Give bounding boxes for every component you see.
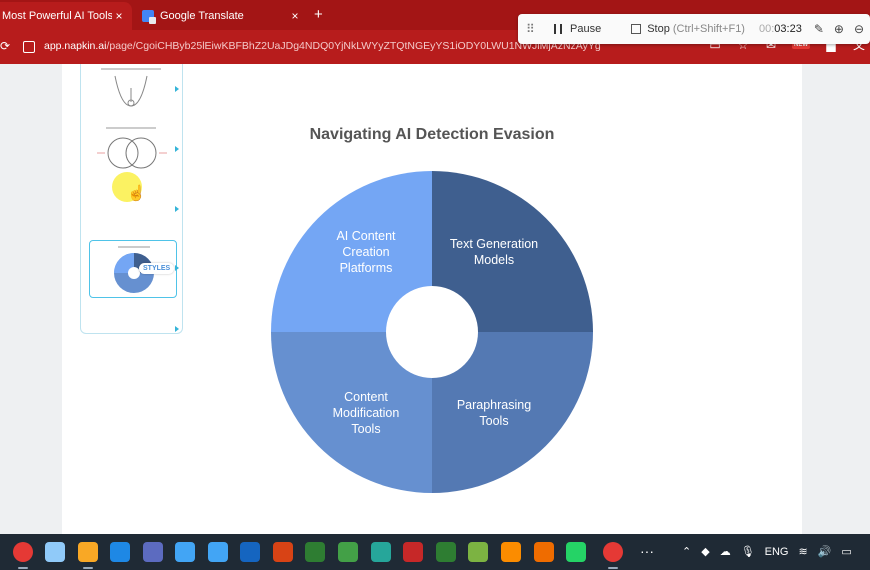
powerpoint-icon[interactable] <box>273 542 293 562</box>
preview-lamp <box>101 68 161 107</box>
battery-icon[interactable]: ▭ <box>841 545 851 558</box>
excel-icon[interactable] <box>305 542 325 562</box>
more-apps-icon[interactable]: ··· <box>640 543 654 559</box>
label-line: AI Content <box>336 229 396 243</box>
label-text-generation: Text Generation Models <box>434 236 554 268</box>
tab-google-translate[interactable]: Google Translate × <box>136 2 308 30</box>
system-tray: ⌃ ◆ ☁ 🎙 ENG ≋ 🔊 ▭ <box>682 545 852 559</box>
app-icon[interactable] <box>371 542 391 562</box>
recording-timer: 00:03:23 <box>759 23 802 35</box>
r-icon[interactable] <box>143 542 163 562</box>
language-indicator[interactable]: ENG <box>765 546 789 558</box>
preview-venn <box>97 127 167 169</box>
vlc-icon[interactable] <box>534 542 554 562</box>
styles-arrow[interactable] <box>175 265 179 271</box>
pause-button[interactable]: Pause <box>554 23 601 35</box>
close-tab-icon[interactable]: × <box>112 9 126 23</box>
vscode-icon[interactable] <box>110 542 130 562</box>
security-icon[interactable]: ◆ <box>701 545 709 558</box>
pen-icon[interactable]: ✎ <box>814 22 824 36</box>
recorder-tools: ✎ ⊕ ⊖ <box>814 22 864 36</box>
label-content-modification: Content Modification Tools <box>306 389 426 437</box>
label-line: Modification <box>332 406 400 420</box>
chrome-profile-icon[interactable] <box>603 542 623 562</box>
label-line: Tools <box>351 422 381 436</box>
preview-arrow[interactable] <box>175 86 179 92</box>
timer-hours: 00: <box>758 23 775 35</box>
tab-title: Google Translate <box>160 10 244 22</box>
chrome-icon[interactable] <box>13 542 33 562</box>
hand-cursor-icon: ☝ <box>127 185 146 202</box>
preview-arrow[interactable] <box>175 206 179 212</box>
donut-hole <box>386 286 478 378</box>
zoom-in-icon[interactable]: ⊕ <box>834 22 844 36</box>
app-icon[interactable] <box>468 542 488 562</box>
zoom-out-icon[interactable]: ⊖ <box>854 22 864 36</box>
label-line: Paraphrasing <box>456 398 532 412</box>
file-explorer-icon[interactable] <box>78 542 98 562</box>
pdf-icon[interactable] <box>403 542 423 562</box>
reload-icon[interactable]: ⟳ <box>0 39 10 53</box>
app-icon[interactable] <box>501 542 521 562</box>
app-icon[interactable] <box>175 542 195 562</box>
utorrent-icon[interactable] <box>338 542 358 562</box>
stop-icon <box>631 24 642 34</box>
volume-icon[interactable]: 🔊 <box>818 545 832 558</box>
label-paraphrasing: Paraphrasing Tools <box>434 397 554 429</box>
url-host: app.napkin.ai <box>44 40 107 52</box>
new-tab-button[interactable]: + <box>314 6 323 23</box>
microphone-icon[interactable]: 🎙 <box>741 545 755 558</box>
label-line: Tools <box>479 414 509 428</box>
timer-value: 03:23 <box>774 23 802 35</box>
running-indicator <box>608 567 618 569</box>
pause-icon <box>554 24 562 34</box>
stop-button[interactable]: Stop (Ctrl+Shift+F1) <box>631 23 745 35</box>
label-ai-content-creation: AI Content Creation Platforms <box>306 228 426 276</box>
tab-title: Most Powerful AI Tools to E <box>2 10 112 22</box>
selected-visual-card[interactable]: STYLES <box>89 240 177 298</box>
whatsapp-icon[interactable] <box>566 542 586 562</box>
stop-label: Stop <box>647 23 670 35</box>
chevron-up-icon[interactable]: ⌃ <box>682 545 691 558</box>
label-line: Models <box>473 253 515 267</box>
drag-handle-icon[interactable]: ⠿ <box>526 22 536 36</box>
label-line: Content <box>344 390 388 404</box>
preview-arrow[interactable] <box>175 326 179 332</box>
onedrive-icon[interactable]: ☁ <box>720 545 731 558</box>
close-tab-icon[interactable]: × <box>288 9 302 23</box>
styles-badge[interactable]: STYLES <box>139 263 175 274</box>
wifi-icon[interactable]: ≋ <box>799 545 808 558</box>
screen-recorder-bar: ⠿ Pause Stop (Ctrl+Shift+F1) 00:03:23 ✎ … <box>518 14 870 44</box>
tab-ai-tools[interactable]: Most Powerful AI Tools to E × <box>0 2 132 30</box>
label-line: Platforms <box>339 261 393 275</box>
site-info-icon[interactable] <box>23 41 35 53</box>
running-indicator <box>83 567 93 569</box>
pause-label: Pause <box>570 23 602 35</box>
app-icon[interactable] <box>436 542 456 562</box>
app-icon[interactable] <box>208 542 228 562</box>
google-translate-icon <box>142 10 156 24</box>
search-icon[interactable] <box>45 542 65 562</box>
label-line: Creation <box>342 245 390 259</box>
stop-shortcut: (Ctrl+Shift+F1) <box>672 23 745 35</box>
running-indicator <box>18 567 28 569</box>
donut-chart[interactable] <box>270 170 594 494</box>
windows-taskbar: ··· ⌃ ◆ ☁ 🎙 ENG ≋ 🔊 ▭ <box>0 534 870 570</box>
chart-title: Navigating AI Detection Evasion <box>309 126 555 143</box>
preview-arrow[interactable] <box>175 146 179 152</box>
label-line: Text Generation <box>449 237 539 251</box>
word-icon[interactable] <box>240 542 260 562</box>
